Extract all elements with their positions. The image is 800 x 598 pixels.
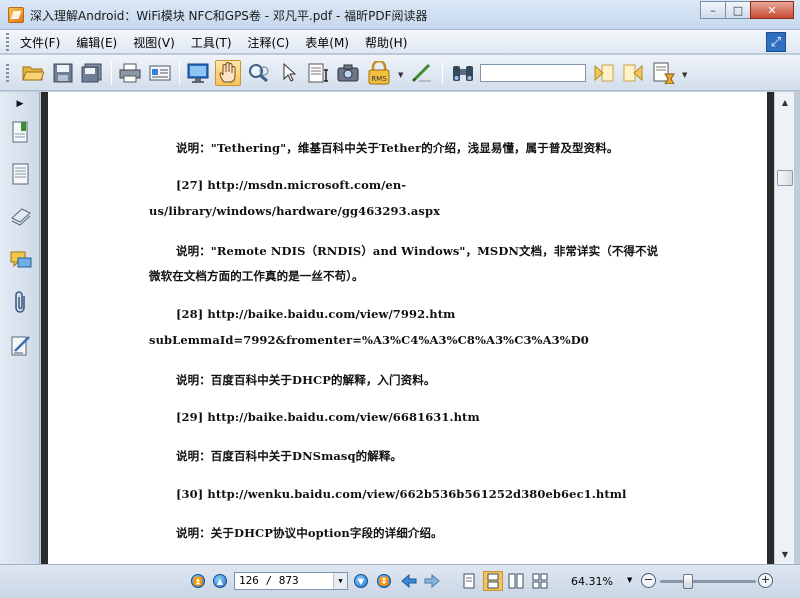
sign-tool-icon[interactable]: [409, 60, 435, 86]
page-dropdown-arrow[interactable]: ▼: [333, 573, 347, 589]
save-as-icon[interactable]: [79, 60, 105, 86]
document-viewport[interactable]: 说明："Tethering"，维基百科中关于Tether的介绍，浅显易懂，属于普…: [41, 92, 774, 564]
page-text-line: 说明：百度百科中关于DNSmasq的解释。: [176, 449, 403, 463]
zoom-dropdown-arrow[interactable]: ▼: [627, 576, 632, 584]
zoom-level[interactable]: 64.31%: [571, 575, 613, 588]
menu-grip: [6, 33, 9, 51]
find-previous-icon[interactable]: [591, 60, 617, 86]
page-text-line: 说明：关于DHCP协议中option字段的详细介绍。: [176, 526, 443, 540]
menu-view[interactable]: 视图(V): [133, 34, 175, 51]
properties-icon[interactable]: [147, 60, 173, 86]
foxit-app-icon: [8, 7, 24, 23]
toolbar: RMS ▼ ▼: [0, 55, 800, 91]
scroll-up-icon[interactable]: ▲: [777, 94, 793, 110]
window-controls: – □ ✕: [700, 1, 794, 19]
first-page-icon[interactable]: ⏫: [190, 573, 206, 589]
menu-forms[interactable]: 表单(M): [305, 34, 349, 51]
page-text-line: 微软在文档方面的工作真的是一丝不苟）。: [149, 269, 364, 283]
page-text-line: [29] http://baike.baidu.com/view/6681631…: [176, 410, 480, 424]
comments-icon[interactable]: [10, 248, 32, 272]
page-text-line: 说明："Tethering"，维基百科中关于Tether的介绍，浅显易懂，属于普…: [176, 141, 619, 155]
zoom-out-button[interactable]: −: [641, 573, 656, 588]
menu-file[interactable]: 文件(F): [20, 34, 60, 51]
open-icon[interactable]: [20, 60, 46, 86]
minimize-button[interactable]: –: [700, 1, 726, 19]
page-number-input[interactable]: 126 / 873 ▼: [234, 572, 348, 590]
find-input[interactable]: [480, 64, 586, 82]
pages-thumbnail-icon[interactable]: [10, 162, 32, 186]
window-frame-edge: [794, 92, 800, 564]
toolbar-separator: [111, 61, 112, 85]
search-options-icon[interactable]: [651, 60, 677, 86]
full-screen-icon[interactable]: ⤢: [766, 32, 786, 52]
binoculars-find-icon[interactable]: [450, 60, 476, 86]
continuous-view-icon[interactable]: [483, 571, 503, 591]
toolbar-grip: [6, 64, 9, 82]
menu-help[interactable]: 帮助(H): [365, 34, 407, 51]
back-icon[interactable]: [401, 573, 417, 589]
menu-edit[interactable]: 编辑(E): [76, 34, 117, 51]
last-page-icon[interactable]: ⏬: [376, 573, 392, 589]
close-button[interactable]: ✕: [750, 1, 794, 19]
select-arrow-icon[interactable]: [276, 60, 302, 86]
snapshot-icon[interactable]: [335, 60, 361, 86]
zoom-in-button[interactable]: +: [758, 573, 773, 588]
select-text-icon[interactable]: [306, 60, 332, 86]
previous-page-icon[interactable]: ▲: [212, 573, 228, 589]
rms-dropdown-arrow[interactable]: ▼: [398, 71, 403, 79]
find-next-icon[interactable]: [620, 60, 646, 86]
maximize-button[interactable]: □: [725, 1, 751, 19]
page-text-line: us/library/windows/hardware/gg463293.asp…: [149, 204, 441, 218]
title-bar: 深入理解Android：WiFi模块 NFC和GPS卷 - 邓凡平.pdf - …: [0, 0, 800, 30]
scroll-down-icon[interactable]: ▼: [777, 546, 793, 562]
window-title: 深入理解Android：WiFi模块 NFC和GPS卷 - 邓凡平.pdf - …: [30, 9, 428, 23]
single-page-view-icon[interactable]: [461, 573, 477, 589]
pdf-page[interactable]: 说明："Tethering"，维基百科中关于Tether的介绍，浅显易懂，属于普…: [48, 92, 767, 564]
bookmarks-icon[interactable]: [10, 120, 32, 144]
layers-icon[interactable]: [10, 204, 32, 228]
toolbar-separator: [442, 61, 443, 85]
zoom-slider-track[interactable]: [660, 580, 756, 583]
attachments-icon[interactable]: [10, 290, 32, 314]
menu-comments[interactable]: 注释(C): [248, 34, 290, 51]
page-text-line: [27] http://msdn.microsoft.com/en-: [176, 178, 407, 192]
status-bar: ⏫ ▲ 126 / 873 ▼ ▼ ⏬ 64.31% ▼ − +: [0, 564, 800, 598]
forward-icon[interactable]: [424, 573, 440, 589]
facing-view-icon[interactable]: [508, 573, 524, 589]
page-text-line: 说明："Remote NDIS（RNDIS）and Windows"，MSDN文…: [176, 244, 659, 258]
page-text-line: subLemmaId=7992&fromenter=%A3%C4%A3%C8%A…: [149, 333, 589, 347]
page-text-line: 说明：百度百科中关于DHCP的解释，入门资料。: [176, 373, 436, 387]
signatures-icon[interactable]: [10, 334, 32, 358]
navigation-panel: ▶: [0, 92, 40, 564]
full-screen-mode-icon[interactable]: [185, 60, 211, 86]
zoom-slider-thumb[interactable]: [683, 574, 693, 589]
vertical-scrollbar[interactable]: ▲ ▼: [774, 92, 794, 564]
hand-tool-icon[interactable]: [215, 60, 241, 86]
menu-bar: 文件(F) 编辑(E) 视图(V) 工具(T) 注释(C) 表单(M) 帮助(H…: [0, 30, 800, 54]
menu-tools[interactable]: 工具(T): [191, 34, 232, 51]
page-number-value: 126 / 873: [239, 574, 299, 587]
scroll-thumb[interactable]: [777, 170, 793, 186]
next-page-icon[interactable]: ▼: [353, 573, 369, 589]
toolbar-separator: [179, 61, 180, 85]
print-icon[interactable]: [117, 60, 143, 86]
page-text-line: [30] http://wenku.baidu.com/view/662b536…: [176, 487, 627, 501]
save-icon[interactable]: [50, 60, 76, 86]
panel-toggle-icon[interactable]: ▶: [10, 96, 30, 112]
zoom-tool-icon[interactable]: [246, 60, 272, 86]
search-options-dropdown-arrow[interactable]: ▼: [682, 71, 687, 79]
rms-lock-icon[interactable]: RMS: [366, 60, 392, 86]
continuous-facing-view-icon[interactable]: [532, 573, 548, 589]
page-text-line: [28] http://baike.baidu.com/view/7992.ht…: [176, 307, 456, 321]
rms-label: RMS: [371, 75, 387, 83]
